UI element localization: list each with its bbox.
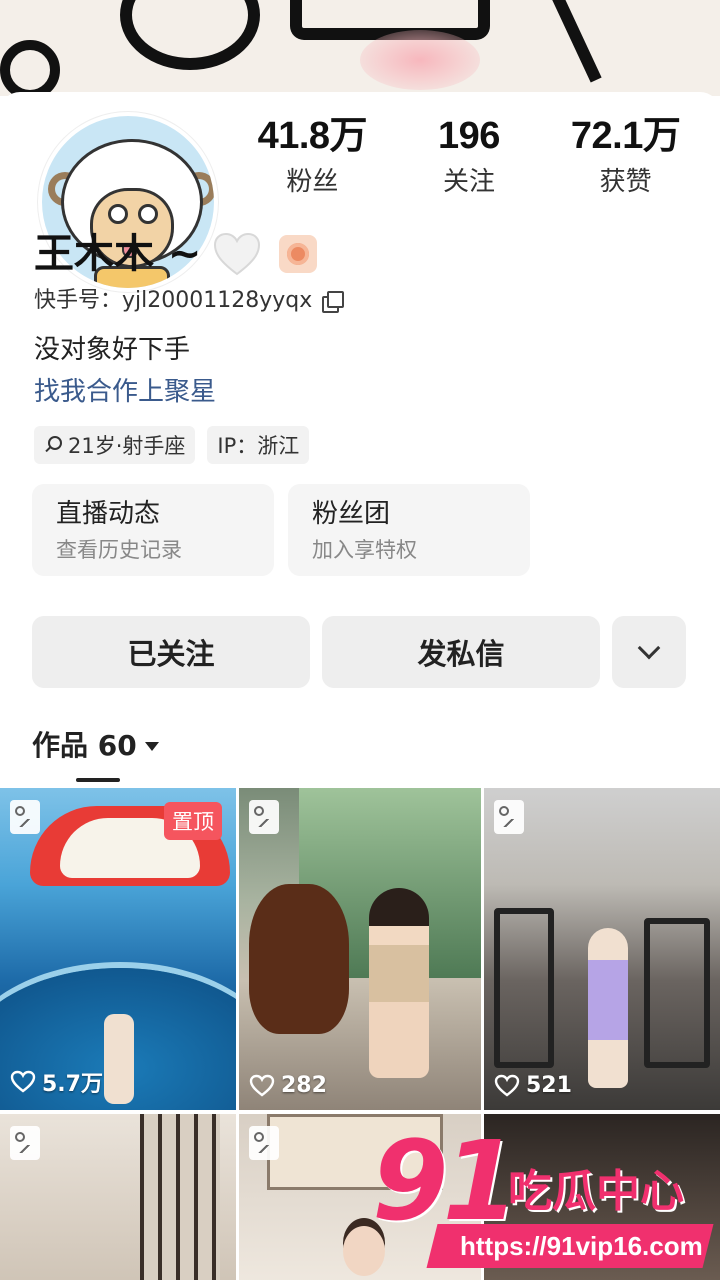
profile-name: 王木木 ~ [34,231,202,277]
cooperation-link[interactable]: 找我合作上聚星 [34,372,216,412]
followers-label: 粉丝 [286,167,339,197]
pinned-badge: 置顶 [164,802,222,840]
watermark-text: 吃瓜中心 [508,1166,684,1217]
work-tile[interactable]: 282 [239,788,481,1110]
live-history-subtitle: 查看历史记录 [56,538,182,562]
stat-likes[interactable]: 72.1万 获赞 [551,110,701,200]
stat-followers[interactable]: 41.8万 粉丝 [237,110,387,200]
badge-icon[interactable] [279,235,318,273]
profile-header: 41.8万 粉丝 196 关注 72.1万 获赞 王木木 ~ 快手号：yjl20… [0,92,720,792]
like-count: 5.7万 [10,1066,103,1098]
tag-ip-text: IP：浙江 [217,434,300,458]
followed-button[interactable]: 已关注 [32,616,310,688]
like-count-text: 282 [281,1073,327,1098]
like-count: 521 [494,1073,572,1098]
bio: 没对象好下手 [34,335,191,365]
like-count-text: 5.7万 [42,1072,103,1097]
image-icon [494,800,524,834]
live-history-title: 直播动态 [56,499,161,529]
image-icon [249,1126,279,1160]
copy-icon[interactable] [322,291,345,313]
more-button[interactable] [612,616,686,688]
chevron-down-icon [637,636,661,660]
action-buttons: 已关注 发私信 [32,616,686,688]
profile-banner [0,0,720,96]
tag-age: 21岁·射手座 [34,426,196,464]
likes-label: 获赞 [599,167,652,197]
tag-age-text: 21岁·射手座 [68,434,186,458]
like-count: 282 [249,1073,327,1098]
location-pin-icon [44,436,62,454]
fan-group-title: 粉丝团 [312,499,391,529]
work-tile[interactable]: 521 [484,788,720,1110]
following-count: 196 [438,115,500,157]
heart-icon[interactable] [211,230,263,278]
following-label: 关注 [442,167,495,197]
heart-outline-icon [494,1074,520,1097]
work-tile[interactable]: 置顶 5.7万 [0,788,236,1110]
works-tab-label: 作品 60 [32,729,137,762]
watermark: 91 吃瓜中心 https://91vip16.com [368,1126,718,1276]
name-row: 王木木 ~ [34,226,318,282]
heart-outline-icon [249,1074,275,1097]
avatar-eye-left [108,204,128,224]
fan-group-card[interactable]: 粉丝团 加入享特权 [288,484,530,576]
feature-cards: 直播动态 查看历史记录 粉丝团 加入享特权 [32,484,530,576]
profile-tags: 21岁·射手座 IP：浙江 [34,426,310,464]
heart-outline-icon [10,1070,36,1093]
image-icon [249,800,279,834]
live-history-card[interactable]: 直播动态 查看历史记录 [32,484,274,576]
like-count-text: 521 [526,1073,572,1098]
send-message-button[interactable]: 发私信 [322,616,600,688]
watermark-url: https://91vip16.com [460,1231,703,1261]
image-icon [10,1126,40,1160]
kuaishou-id-row: 快手号：yjl20001128yyqx [34,284,345,318]
stats-row: 41.8万 粉丝 196 关注 72.1万 获赞 [234,110,704,200]
stat-following[interactable]: 196 关注 [394,110,544,200]
image-icon [10,800,40,834]
caret-down-icon [144,741,159,751]
tab-underline [76,778,120,782]
likes-count: 72.1万 [570,115,681,157]
fan-group-subtitle: 加入享特权 [312,538,417,562]
kuaishou-id: 快手号：yjl20001128yyqx [34,288,313,313]
watermark-logo: 91 [372,1117,519,1245]
tab-works[interactable]: 作品 60 [32,726,159,766]
followers-count: 41.8万 [257,115,368,157]
avatar-eye-right [138,204,158,224]
tag-ip: IP：浙江 [207,426,310,464]
work-tile[interactable] [0,1114,236,1280]
